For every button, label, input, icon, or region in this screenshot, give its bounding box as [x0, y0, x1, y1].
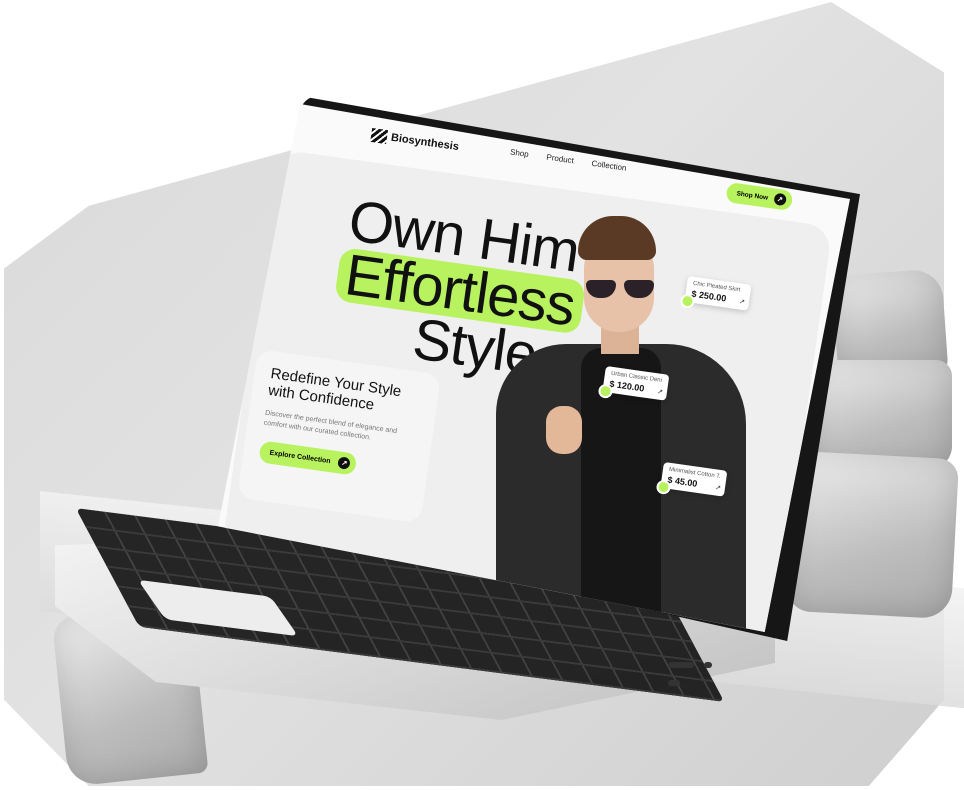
model-photo — [486, 216, 756, 632]
nav-link-collection[interactable]: Collection — [591, 159, 627, 173]
sunglasses-lens — [624, 280, 654, 298]
usb-port — [704, 662, 713, 668]
explore-collection-label: Explore Collection — [269, 449, 332, 465]
arrow-up-right-icon: ↗ — [337, 456, 352, 470]
model-hand — [546, 406, 582, 454]
laptop-ports — [668, 655, 738, 686]
arrow-up-right-icon: ↗ — [656, 388, 664, 397]
explore-collection-button[interactable]: Explore Collection ↗ — [258, 440, 358, 476]
nav-link-product[interactable]: Product — [546, 153, 575, 166]
arrow-up-right-icon: ↗ — [714, 484, 722, 493]
brand-name: Biosynthesis — [390, 131, 460, 154]
shop-now-label: Shop Now — [736, 189, 769, 202]
arrow-up-right-icon: ↗ — [773, 192, 787, 207]
hero-info-card: Redefine Your Style with Confidence Disc… — [237, 349, 442, 524]
sunglasses — [582, 280, 660, 298]
sunglasses-lens — [586, 280, 616, 298]
usb-port — [668, 662, 694, 668]
nav-link-shop[interactable]: Shop — [510, 147, 530, 159]
logo-mark-icon — [370, 127, 389, 145]
usb-port — [668, 680, 680, 686]
model-hair — [578, 216, 656, 260]
brand-logo[interactable]: Biosynthesis — [370, 127, 460, 154]
arrow-up-right-icon: ↗ — [738, 298, 746, 307]
